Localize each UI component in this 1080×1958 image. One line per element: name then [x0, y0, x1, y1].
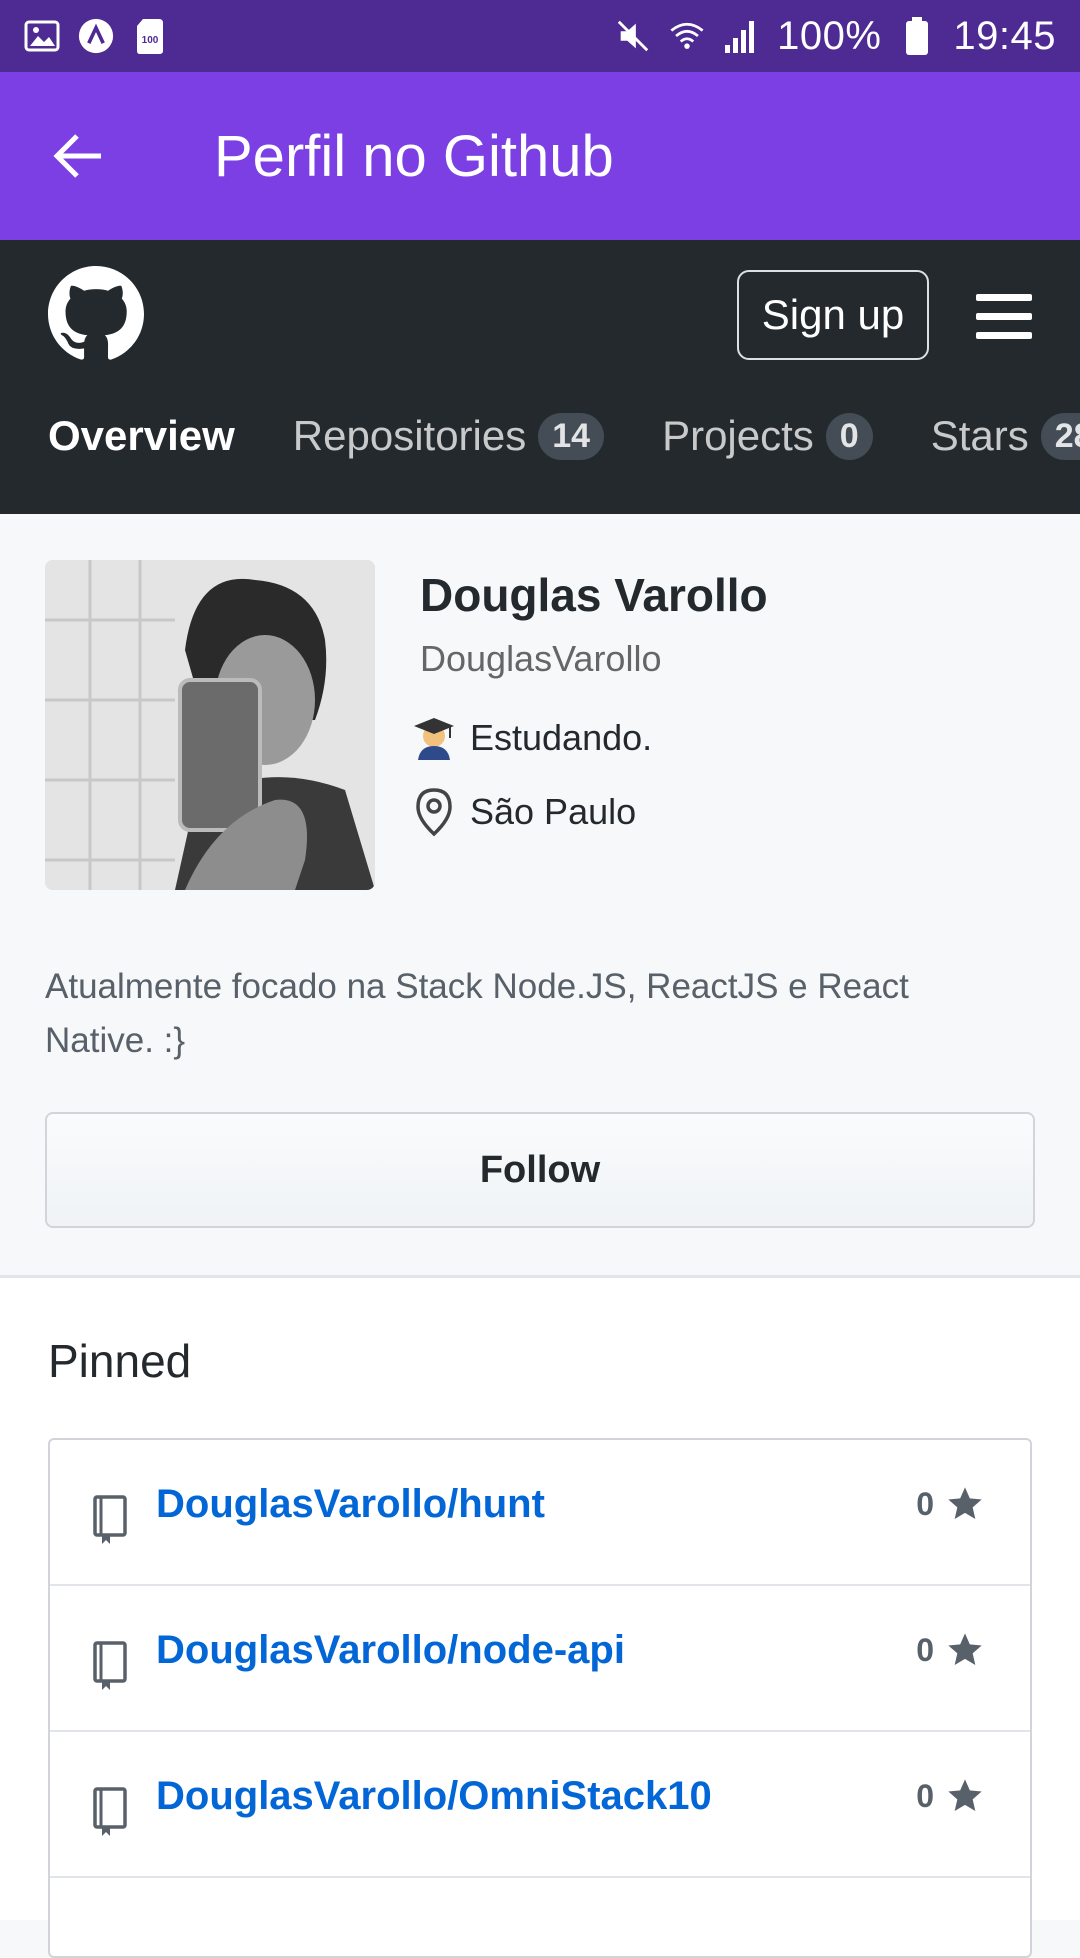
sign-up-button[interactable]: Sign up	[737, 270, 929, 360]
repo-link[interactable]: DouglasVarollo/node-api	[156, 1628, 625, 1673]
profile-login: DouglasVarollo	[420, 638, 662, 679]
clock: 19:45	[953, 13, 1056, 58]
profile-status: Estudando.	[412, 716, 652, 760]
star-count: 0	[916, 1485, 934, 1522]
app-bar: Perfil no Github	[0, 72, 1080, 240]
pinned-heading: Pinned	[48, 1335, 192, 1387]
tab-label: Stars	[930, 412, 1029, 459]
profile-tabs: Overview Repositories 14 Projects 0 Star…	[48, 412, 1080, 460]
status-bar-right: 100% 19:45	[615, 14, 1056, 59]
star-icon	[948, 1633, 982, 1665]
tab-stars[interactable]: Stars 28	[931, 412, 1080, 460]
star-icon	[948, 1487, 982, 1519]
tab-repositories[interactable]: Repositories 14	[292, 412, 605, 460]
tab-counter: 28	[1040, 412, 1080, 460]
repo-book-icon	[92, 1494, 128, 1546]
profile-location: São Paulo	[412, 788, 637, 837]
repo-link[interactable]: DouglasVarollo/OmniStack10	[156, 1774, 712, 1819]
status-text: Estudando.	[470, 717, 653, 758]
tab-counter: 14	[538, 412, 605, 460]
avatar[interactable]	[45, 560, 375, 890]
star-icon	[948, 1779, 982, 1811]
mute-icon	[615, 18, 651, 54]
tab-projects[interactable]: Projects 0	[662, 412, 873, 460]
tab-label: Overview	[48, 412, 235, 459]
github-logo-icon[interactable]	[48, 266, 144, 362]
graduation-cap-emoji-icon	[412, 716, 456, 760]
tab-overview[interactable]: Overview	[48, 412, 235, 460]
follow-button[interactable]: Follow	[45, 1112, 1035, 1228]
tab-label: Repositories	[292, 412, 527, 459]
signal-icon	[723, 18, 759, 54]
star-count: 0	[916, 1631, 934, 1668]
star-count: 0	[916, 1777, 934, 1814]
pinned-item[interactable]: DouglasVarollo/node-api 0	[50, 1586, 1030, 1732]
github-header: Sign up Overview Repositories 14 Project…	[0, 240, 1080, 514]
sim-card-icon: 100	[132, 18, 168, 54]
pinned-item[interactable]: DouglasVarollo/hunt 0	[50, 1440, 1030, 1586]
tab-label: Projects	[662, 412, 814, 459]
status-bar-left: 100	[24, 18, 168, 54]
repo-stars: 0	[916, 1630, 986, 1670]
profile-name: Douglas Varollo	[420, 569, 768, 621]
app-circle-icon	[78, 18, 114, 54]
location-text: São Paulo	[470, 791, 637, 832]
repo-link[interactable]: DouglasVarollo/hunt	[156, 1482, 545, 1527]
hamburger-menu-icon[interactable]	[976, 294, 1032, 340]
back-arrow-icon[interactable]	[48, 126, 108, 186]
location-pin-icon	[412, 788, 456, 837]
pinned-item[interactable]: DouglasVarollo/OmniStack10 0	[50, 1732, 1030, 1878]
app-bar-title: Perfil no Github	[214, 123, 614, 189]
svg-text:100: 100	[142, 35, 159, 46]
repo-book-icon	[92, 1786, 128, 1838]
battery-icon	[899, 17, 935, 55]
status-bar: 100 100% 19:45	[0, 0, 1080, 72]
image-icon	[24, 18, 60, 54]
pinned-list: DouglasVarollo/hunt 0 DouglasVarollo/nod…	[48, 1438, 1032, 1958]
wifi-icon	[669, 18, 705, 54]
repo-book-icon	[92, 1640, 128, 1692]
repo-stars: 0	[916, 1484, 986, 1524]
tab-counter: 0	[825, 412, 873, 460]
repo-stars: 0	[916, 1776, 986, 1816]
battery-percentage: 100%	[777, 13, 882, 58]
profile-bio: Atualmente focado na Stack Node.JS, Reac…	[45, 967, 909, 1060]
